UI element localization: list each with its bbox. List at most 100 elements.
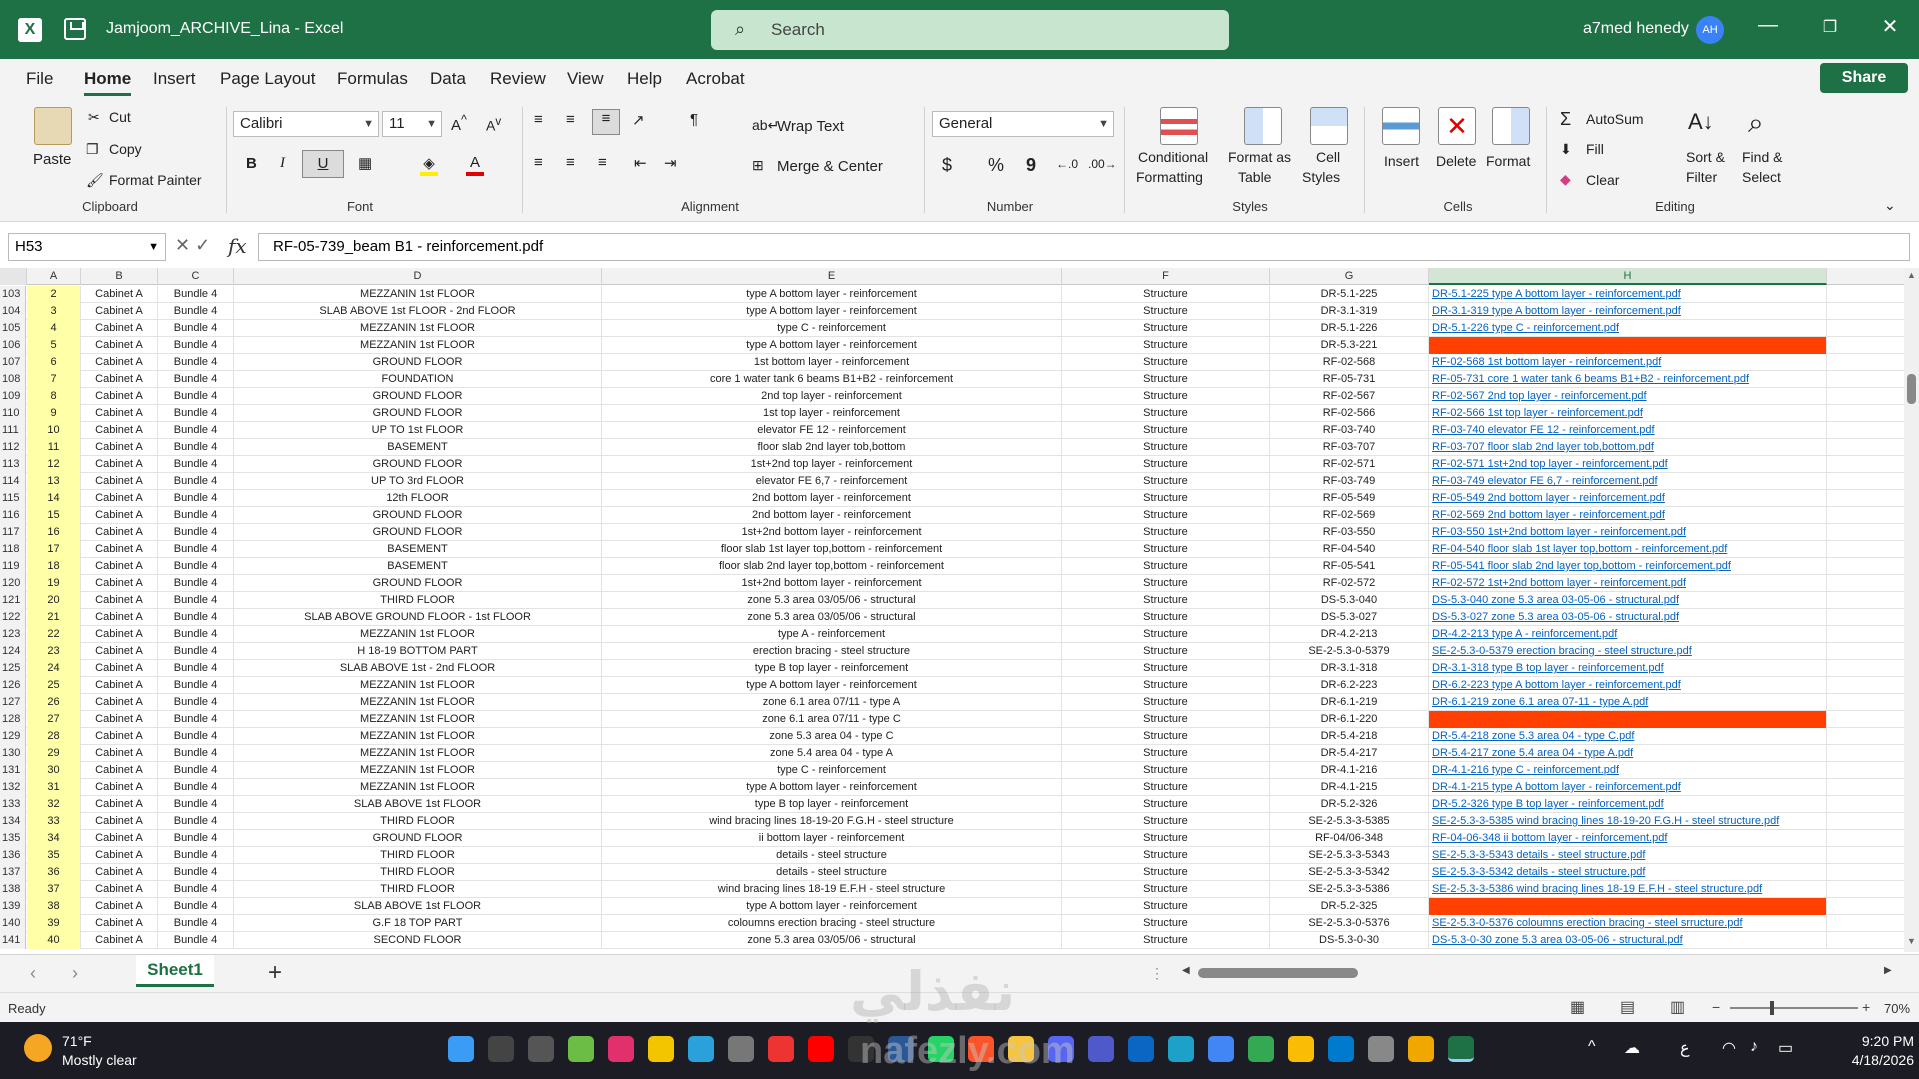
cell-c[interactable]: Bundle 4: [158, 388, 234, 405]
row-header[interactable]: 118: [0, 541, 26, 558]
paragraph-icon[interactable]: ¶: [690, 111, 698, 128]
cell-c[interactable]: Bundle 4: [158, 694, 234, 711]
cell-a[interactable]: 15: [27, 507, 81, 524]
cell-d[interactable]: MEZZANIN 1st FLOOR: [234, 286, 602, 303]
cell-f[interactable]: Structure: [1062, 354, 1270, 371]
bold-button[interactable]: B: [246, 155, 257, 172]
cell-b[interactable]: Cabinet A: [81, 745, 158, 762]
cell-g[interactable]: DR-4.1-215: [1270, 779, 1429, 796]
cell-f[interactable]: Structure: [1062, 677, 1270, 694]
cell-d[interactable]: SLAB ABOVE 1st FLOOR: [234, 796, 602, 813]
find-select-label[interactable]: Select: [1742, 169, 1781, 185]
cell-d[interactable]: FOUNDATION: [234, 371, 602, 388]
cell-b[interactable]: Cabinet A: [81, 592, 158, 609]
teams-icon[interactable]: [1088, 1036, 1114, 1062]
cell-h[interactable]: DR-5.2-326 type B top layer - reinforcem…: [1429, 796, 1827, 813]
cell-f[interactable]: Structure: [1062, 609, 1270, 626]
cell-f[interactable]: Structure: [1062, 898, 1270, 915]
cell-h[interactable]: DR-5.4-218 zone 5.3 area 04 - type C.pdf: [1429, 728, 1827, 745]
cell-d[interactable]: GROUND FLOOR: [234, 388, 602, 405]
cell-e[interactable]: 1st top layer - reinforcement: [602, 405, 1062, 422]
cell-g[interactable]: SE-2-5.3-0-5376: [1270, 915, 1429, 932]
linkedin-icon[interactable]: [1128, 1036, 1154, 1062]
ribbon-collapse-icon[interactable]: ⌄: [1884, 197, 1896, 214]
cell-c[interactable]: Bundle 4: [158, 439, 234, 456]
prev-sheet-icon[interactable]: ‹: [30, 963, 36, 984]
cell-c[interactable]: Bundle 4: [158, 830, 234, 847]
restore-icon[interactable]: ❐: [1815, 17, 1845, 37]
cell-h[interactable]: RF-03-740 elevator FE 12 - reinforcement…: [1429, 422, 1827, 439]
cell-h[interactable]: RF-02-567 2nd top layer - reinforcement.…: [1429, 388, 1827, 405]
tab-split-handle[interactable]: ⋮: [1150, 965, 1164, 982]
orientation-icon[interactable]: ↗: [632, 111, 645, 129]
cell-g[interactable]: DS-5.3-040: [1270, 592, 1429, 609]
cell-a[interactable]: 14: [27, 490, 81, 507]
cell-e[interactable]: erection bracing - steel structure: [602, 643, 1062, 660]
cell-d[interactable]: UP TO 1st FLOOR: [234, 422, 602, 439]
cell-a[interactable]: 2: [27, 286, 81, 303]
cell-c[interactable]: Bundle 4: [158, 422, 234, 439]
cell-d[interactable]: MEZZANIN 1st FLOOR: [234, 337, 602, 354]
column-header-e[interactable]: E: [602, 268, 1062, 285]
start-icon[interactable]: [448, 1036, 474, 1062]
cell-d[interactable]: MEZZANIN 1st FLOOR: [234, 677, 602, 694]
cell-f[interactable]: Structure: [1062, 881, 1270, 898]
telegram-icon[interactable]: [688, 1036, 714, 1062]
cell-e[interactable]: 1st+2nd bottom layer - reinforcement: [602, 524, 1062, 541]
format-cells-icon[interactable]: [1492, 107, 1530, 145]
cell-f[interactable]: Structure: [1062, 728, 1270, 745]
cell-c[interactable]: Bundle 4: [158, 898, 234, 915]
cell-h[interactable]: SE-2-5.3-3-5342 details - steel structur…: [1429, 864, 1827, 881]
cell-h[interactable]: RF-02-569 2nd bottom layer - reinforceme…: [1429, 507, 1827, 524]
tab-insert[interactable]: Insert: [153, 69, 196, 89]
autosum-button[interactable]: AutoSum: [1586, 111, 1644, 127]
row-header[interactable]: 116: [0, 507, 26, 524]
cancel-check-icons[interactable]: ✕ ✓: [175, 235, 210, 256]
cell-e[interactable]: 2nd bottom layer - reinforcement: [602, 490, 1062, 507]
cell-d[interactable]: MEZZANIN 1st FLOOR: [234, 626, 602, 643]
cell-g[interactable]: RF-04/06-348: [1270, 830, 1429, 847]
row-header[interactable]: 133: [0, 796, 26, 813]
cell-h[interactable]: RF-05-549 2nd bottom layer - reinforceme…: [1429, 490, 1827, 507]
row-header[interactable]: 134: [0, 813, 26, 830]
cell-g[interactable]: DR-5.4-217: [1270, 745, 1429, 762]
cell-d[interactable]: BASEMENT: [234, 558, 602, 575]
cell-h[interactable]: DR-4.1-215 type A bottom layer - reinfor…: [1429, 779, 1827, 796]
cell-e[interactable]: 2nd top layer - reinforcement: [602, 388, 1062, 405]
cell-f[interactable]: Structure: [1062, 864, 1270, 881]
cell-d[interactable]: H 18-19 BOTTOM PART: [234, 643, 602, 660]
cell-f[interactable]: Structure: [1062, 507, 1270, 524]
scroll-left-icon[interactable]: ◀: [1182, 965, 1190, 976]
cell-d[interactable]: SECOND FLOOR: [234, 932, 602, 949]
cell-e[interactable]: details - steel structure: [602, 864, 1062, 881]
cell-b[interactable]: Cabinet A: [81, 711, 158, 728]
conditional-formatting-label[interactable]: Formatting: [1136, 169, 1203, 185]
youtube-icon[interactable]: [808, 1036, 834, 1062]
font-color-icon[interactable]: A: [466, 154, 484, 176]
cell-a[interactable]: 5: [27, 337, 81, 354]
decrease-indent-icon[interactable]: ⇤: [634, 154, 647, 172]
row-header[interactable]: 125: [0, 660, 26, 677]
cell-g[interactable]: RF-04-540: [1270, 541, 1429, 558]
cell-b[interactable]: Cabinet A: [81, 915, 158, 932]
cell-f[interactable]: Structure: [1062, 371, 1270, 388]
cell-h[interactable]: RF-03-550 1st+2nd bottom layer - reinfor…: [1429, 524, 1827, 541]
calculator-icon[interactable]: [728, 1036, 754, 1062]
cell-g[interactable]: DR-6.2-223: [1270, 677, 1429, 694]
cell-e[interactable]: type A bottom layer - reinforcement: [602, 677, 1062, 694]
cell-h[interactable]: DR-4.2-213 type A - reinforcement.pdf: [1429, 626, 1827, 643]
cell-d[interactable]: GROUND FLOOR: [234, 524, 602, 541]
increase-font-icon[interactable]: A^: [451, 113, 467, 134]
cell-c[interactable]: Bundle 4: [158, 592, 234, 609]
column-header-b[interactable]: B: [81, 268, 158, 285]
cell-a[interactable]: 16: [27, 524, 81, 541]
tab-file[interactable]: File: [26, 69, 53, 89]
cell-g[interactable]: SE-2-5.3-3-5385: [1270, 813, 1429, 830]
row-header[interactable]: 124: [0, 643, 26, 660]
row-header[interactable]: 140: [0, 915, 26, 932]
cell-b[interactable]: Cabinet A: [81, 813, 158, 830]
cell-e[interactable]: type A bottom layer - reinforcement: [602, 898, 1062, 915]
row-header[interactable]: 127: [0, 694, 26, 711]
tab-view[interactable]: View: [567, 69, 604, 89]
row-header[interactable]: 139: [0, 898, 26, 915]
